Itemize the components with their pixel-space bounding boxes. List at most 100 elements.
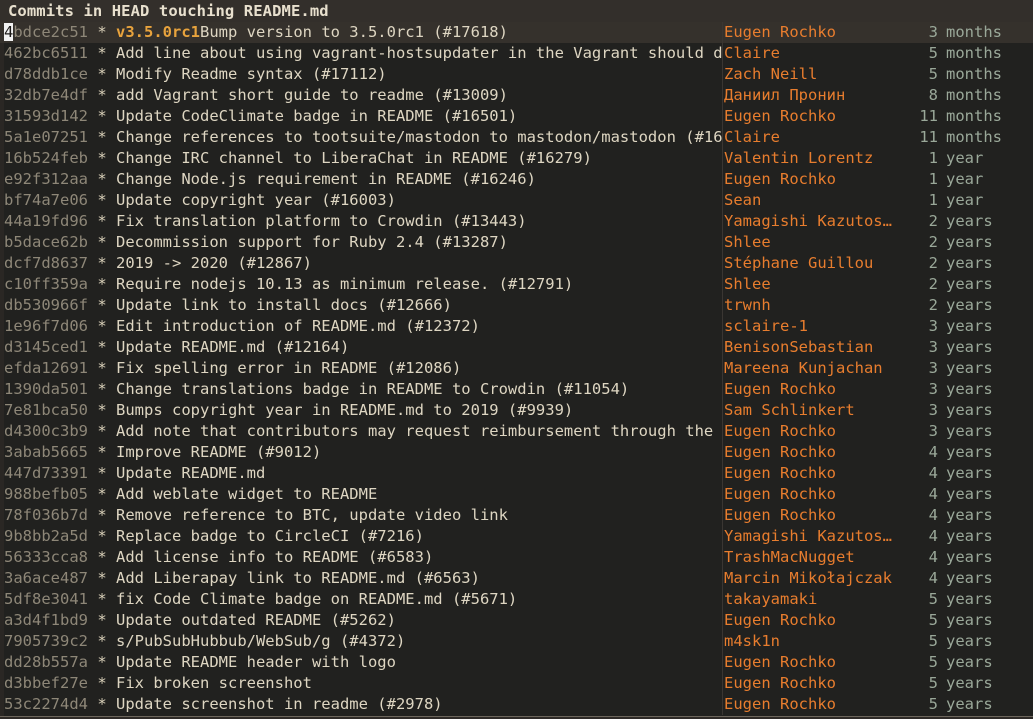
commit-summary: 7905739c2 * s/PubSubHubbub/WebSub/g (#43… [4,631,722,652]
commit-date-number: 2 [928,212,938,230]
commit-author: Eugen Rochko [724,23,836,41]
commit-date-number: 4 [928,485,938,503]
commit-author: Yamagishi Kazutos… [724,527,892,545]
commit-hash: 16b524feb [4,149,88,167]
commit-row[interactable]: efda12691 * Fix spelling error in README… [0,358,1033,379]
commit-date-number: 4 [928,443,938,461]
commit-date-unit: years [946,443,993,461]
column-divider [722,421,723,442]
graph-marker: * [88,674,116,692]
commit-row[interactable]: 1e96f7d06 * Edit introduction of README.… [0,316,1033,337]
commit-date-unit: years [946,254,993,272]
commit-message: Remove reference to BTC, update video li… [116,506,508,524]
commit-author: Eugen Rochko [724,107,836,125]
commit-row[interactable]: a3d4f1bd9 * Update outdated README (#526… [0,610,1033,631]
commit-hash: 56333cca8 [4,548,88,566]
graph-marker: * [88,548,116,566]
commit-row[interactable]: dd28b557a * Update README header with lo… [0,652,1033,673]
commit-summary: 31593d142 * Update CodeClimate badge in … [4,106,722,127]
column-divider [722,148,723,169]
commit-row[interactable]: 447d73391 * Update README.md Eugen Rochko… [0,463,1033,484]
graph-marker: * [88,422,116,440]
commit-summary: c10ff359a * Require nodejs 10.13 as mini… [4,274,722,295]
commit-row[interactable]: d4300c3b9 * Add note that contributors m… [0,421,1033,442]
commit-row[interactable]: 31593d142 * Update CodeClimate badge in … [0,106,1033,127]
commit-message: Fix broken screenshot [116,674,312,692]
commit-author: Eugen Rochko [724,380,836,398]
commit-row[interactable]: 56333cca8 * Add license info to README (… [0,547,1033,568]
commit-row[interactable]: 3a6ace487 * Add Liberapay link to README… [0,568,1033,589]
column-divider [722,274,723,295]
commit-hash: 1e96f7d06 [4,317,88,335]
column-divider [722,673,723,694]
commit-hash: b5dace62b [4,233,88,251]
commit-row[interactable]: db530966f * Update link to install docs … [0,295,1033,316]
commit-row[interactable]: 3abab5665 * Improve README (#9012) Eugen … [0,442,1033,463]
column-divider [722,316,723,337]
commit-summary: 53c2274d4 * Update screenshot in readme … [4,694,722,715]
commit-date-number: 3 [928,401,938,419]
commit-row[interactable]: 44a19fd96 * Fix translation platform to … [0,211,1033,232]
commit-row[interactable]: dcf7d8637 * 2019 -> 2020 (#12867) Stéphan… [0,253,1033,274]
commit-hash: d4300c3b9 [4,422,88,440]
commit-date: 3 years [912,337,1027,358]
commit-row[interactable]: 16b524feb * Change IRC channel to Libera… [0,148,1033,169]
commit-date-unit: years [946,527,993,545]
commit-message: Require nodejs 10.13 as minimum release.… [116,275,574,293]
commit-author: Eugen Rochko [724,422,836,440]
commit-row[interactable]: 7905739c2 * s/PubSubHubbub/WebSub/g (#43… [0,631,1033,652]
commit-date-unit: years [946,212,993,230]
commit-row[interactable]: 7e81bca50 * Bumps copyright year in READ… [0,400,1033,421]
commit-summary: dcf7d8637 * 2019 -> 2020 (#12867) [4,253,722,274]
page-title: Commits in HEAD touching README.md [8,1,329,20]
commit-message: Add Liberapay link to README.md (#6563) [116,569,480,587]
commit-row[interactable]: 462bc6511 * Add line about using vagrant… [0,43,1033,64]
commit-date: 3 years [912,400,1027,421]
commit-date-unit: years [946,695,993,713]
commit-row[interactable]: d78ddb1ce * Modify Readme syntax (#17112… [0,64,1033,85]
graph-marker: * [88,359,116,377]
commit-row[interactable]: 32db7e4df * add Vagrant short guide to r… [0,85,1033,106]
commit-row[interactable]: b5dace62b * Decommission support for Rub… [0,232,1033,253]
commit-summary: 4bdce2c51 * v3.5.0rc1 Bump version to 3.… [4,22,722,43]
column-divider [722,631,723,652]
commit-date-unit: years [946,233,993,251]
commit-row[interactable]: 988befb05 * Add weblate widget to README… [0,484,1033,505]
commit-date: 2 years [912,253,1027,274]
commit-date: 2 years [912,232,1027,253]
commit-date-unit: years [946,317,993,335]
commit-author: Shlee [724,275,771,293]
commit-row[interactable]: 1390da501 * Change translations badge in… [0,379,1033,400]
commit-date-number: 3 [928,338,938,356]
commit-hash: d3145ced1 [4,338,88,356]
commit-row[interactable]: 78f036b7d * Remove reference to BTC, upd… [0,505,1033,526]
commit-hash: c10ff359a [4,275,88,293]
commit-summary: 3abab5665 * Improve README (#9012) [4,442,722,463]
commit-list[interactable]: 4bdce2c51 * v3.5.0rc1 Bump version to 3.… [0,22,1033,717]
commit-row[interactable]: d3bbef27e * Fix broken screenshot Eugen R… [0,673,1033,694]
commit-summary: b5dace62b * Decommission support for Rub… [4,232,722,253]
graph-marker: * [88,212,116,230]
commit-row[interactable]: 9b8bb2a5d * Replace badge to CircleCI (#… [0,526,1033,547]
commit-message: Replace badge to CircleCI (#7216) [116,527,424,545]
commit-message: Fix spelling error in README (#12086) [116,359,462,377]
commit-hash: 7e81bca50 [4,401,88,419]
graph-marker: * [88,44,116,62]
commit-row[interactable]: e92f312aa * Change Node.js requirement i… [0,169,1033,190]
commit-row[interactable]: 4bdce2c51 * v3.5.0rc1 Bump version to 3.… [0,22,1033,43]
commit-hash: db530966f [4,296,88,314]
commit-message: Change references to tootsuite/mastodon … [116,128,722,146]
commit-row[interactable]: bf74a7e06 * Update copyright year (#1600… [0,190,1033,211]
commit-date: 3 years [912,421,1027,442]
commit-date-unit: months [946,107,1002,125]
graph-marker: * [88,275,116,293]
commit-row[interactable]: c10ff359a * Require nodejs 10.13 as mini… [0,274,1033,295]
commit-row[interactable]: 5df8e3041 * fix Code Climate badge on RE… [0,589,1033,610]
commit-date: 2 years [912,274,1027,295]
commit-message: Fix translation platform to Crowdin (#13… [116,212,527,230]
graph-marker: * [88,380,116,398]
commit-row[interactable]: 53c2274d4 * Update screenshot in readme … [0,694,1033,715]
commit-author: trwnh [724,296,771,314]
commit-row[interactable]: 5a1e07251 * Change references to tootsui… [0,127,1033,148]
commit-row[interactable]: d3145ced1 * Update README.md (#12164) Ben… [0,337,1033,358]
